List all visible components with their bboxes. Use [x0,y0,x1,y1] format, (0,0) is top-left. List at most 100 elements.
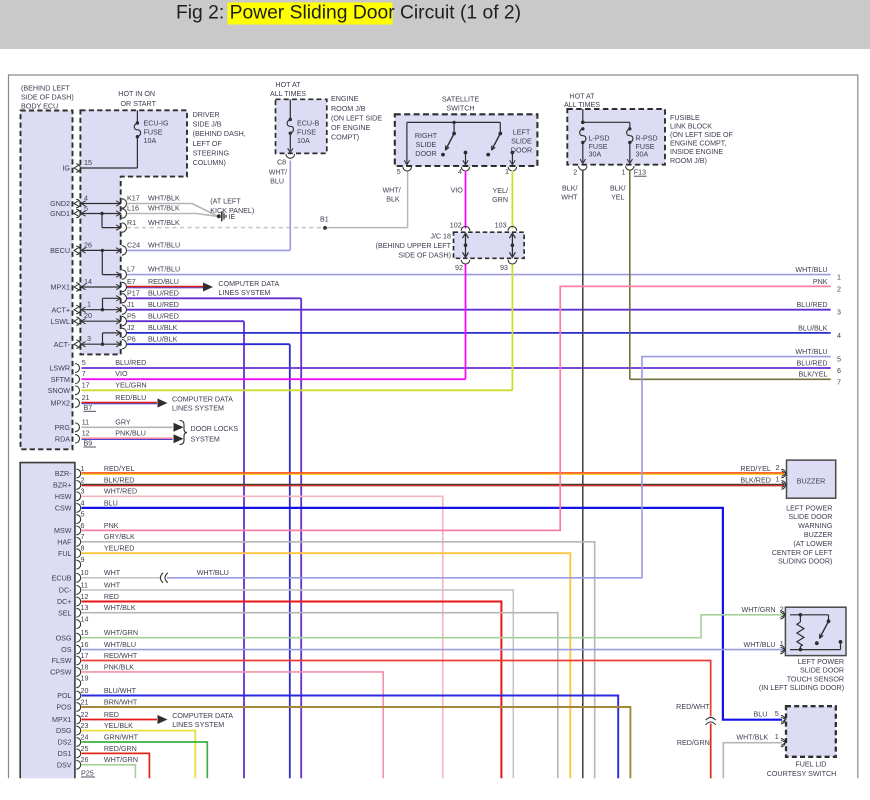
svg-text:11: 11 [82,418,89,426]
svg-text:BLU/WHT: BLU/WHT [104,687,137,695]
svg-text:FLSW: FLSW [52,657,72,665]
svg-text:RED/WHT: RED/WHT [676,703,710,711]
svg-text:GND2: GND2 [50,200,70,208]
svg-text:14: 14 [84,278,92,286]
svg-text:1: 1 [776,476,780,484]
svg-text:J1: J1 [127,301,135,309]
svg-text:BECU: BECU [50,247,70,255]
svg-text:7: 7 [81,533,85,541]
svg-text:WHT/BLK: WHT/BLK [148,195,180,203]
svg-text:GRN: GRN [492,196,508,204]
svg-text:BLK: BLK [386,195,400,203]
svg-text:92: 92 [455,264,463,272]
svg-text:OF ENGINE: OF ENGINE [331,124,371,132]
svg-text:RED/GRN: RED/GRN [104,745,137,753]
svg-text:12: 12 [81,593,89,601]
svg-text:1: 1 [775,733,779,741]
svg-text:P25: P25 [81,769,94,777]
svg-text:F13: F13 [634,169,646,177]
svg-text:30A: 30A [636,150,649,158]
svg-text:BLU/RED: BLU/RED [797,359,828,367]
svg-text:SLIDE DOOR: SLIDE DOOR [788,513,832,521]
svg-text:9: 9 [81,556,85,564]
svg-text:HSW: HSW [55,493,72,501]
svg-text:B1: B1 [320,216,329,224]
svg-text:BLU/RED: BLU/RED [148,312,179,320]
svg-text:BLU/RED: BLU/RED [115,359,146,367]
svg-text:BLU/RED: BLU/RED [148,301,179,309]
svg-text:SYSTEM: SYSTEM [191,435,220,443]
svg-text:LEFT OF: LEFT OF [193,140,223,148]
svg-text:E7: E7 [127,278,136,286]
svg-text:DOOR: DOOR [511,146,532,154]
svg-text:(IN LEFT SLIDING DOOR): (IN LEFT SLIDING DOOR) [759,684,844,692]
svg-text:5: 5 [397,168,401,176]
svg-text:GRN/WHT: GRN/WHT [104,733,139,741]
svg-text:YEL/: YEL/ [493,187,508,195]
svg-text:R-PSD: R-PSD [636,134,658,142]
svg-text:6: 6 [837,367,841,375]
svg-text:WHT/BLU: WHT/BLU [795,348,827,356]
svg-text:30A: 30A [589,150,602,158]
svg-text:SWITCH: SWITCH [446,105,474,113]
svg-text:15: 15 [81,629,89,637]
svg-text:SEL: SEL [58,609,72,617]
svg-text:WHT/GRN: WHT/GRN [104,756,138,764]
svg-text:103: 103 [495,221,507,229]
svg-text:5: 5 [81,511,85,519]
svg-text:BLU/RED: BLU/RED [148,289,179,297]
svg-text:POL: POL [57,692,71,700]
svg-text:ENGINE: ENGINE [331,95,359,103]
svg-text:1: 1 [780,640,784,648]
svg-text:BLK/YEL: BLK/YEL [799,371,828,379]
svg-text:ROOM J/B: ROOM J/B [331,105,366,113]
svg-text:3: 3 [837,309,841,317]
svg-text:BLU/BLK: BLU/BLK [148,324,178,332]
svg-text:3: 3 [87,335,91,343]
svg-text:MPX1: MPX1 [52,716,71,724]
svg-text:ACT-: ACT- [54,341,71,349]
svg-text:5: 5 [82,359,86,367]
svg-text:7: 7 [82,370,86,378]
svg-text:PNK: PNK [813,278,828,286]
svg-text:BLU: BLU [104,499,118,507]
svg-text:2: 2 [776,464,780,472]
svg-text:YEL/BLK: YEL/BLK [104,722,133,730]
svg-text:5: 5 [84,205,88,213]
svg-text:DS1: DS1 [58,750,72,758]
svg-text:LSWL: LSWL [51,318,70,326]
svg-text:BLU/RED: BLU/RED [797,301,828,309]
svg-text:BLK/: BLK/ [610,185,625,193]
svg-text:WHT: WHT [104,581,121,589]
svg-text:24: 24 [81,733,89,741]
svg-text:SNOW: SNOW [48,387,70,395]
svg-text:93: 93 [500,264,508,272]
svg-text:21: 21 [82,394,90,402]
svg-text:COMPT): COMPT) [331,134,359,142]
svg-text:4: 4 [458,168,462,176]
svg-text:FUSE: FUSE [297,129,316,137]
svg-text:ECU-B: ECU-B [297,120,319,128]
svg-text:Fig 2: Power Sliding Door Circ: Fig 2: Power Sliding Door Circuit (1 of … [176,3,521,24]
svg-text:(BEHIND UPPER LEFT: (BEHIND UPPER LEFT [376,242,452,250]
svg-text:WHT/GRN: WHT/GRN [741,606,775,614]
svg-text:14: 14 [81,616,89,624]
svg-text:10A: 10A [297,137,310,145]
svg-text:WHT: WHT [104,569,121,577]
svg-text:WHT/BLK: WHT/BLK [148,219,180,227]
svg-text:BLU: BLU [270,178,284,186]
svg-text:10: 10 [81,569,89,577]
svg-text:BZR+: BZR+ [53,482,71,490]
svg-text:RED: RED [104,593,119,601]
svg-text:SFTM: SFTM [51,376,70,384]
svg-text:BUZZER: BUZZER [804,531,833,539]
svg-text:LINES SYSTEM: LINES SYSTEM [218,289,270,297]
svg-text:TOUCH SENSOR: TOUCH SENSOR [787,675,844,683]
svg-text:SIDE OF DASH): SIDE OF DASH) [21,94,74,102]
svg-text:PRG: PRG [55,424,71,432]
svg-text:HOT AT: HOT AT [569,92,595,100]
svg-text:1: 1 [81,465,85,473]
svg-text:WHT/BLU: WHT/BLU [197,569,229,577]
svg-text:KICK PANEL): KICK PANEL) [210,207,254,215]
svg-text:17: 17 [82,381,90,389]
